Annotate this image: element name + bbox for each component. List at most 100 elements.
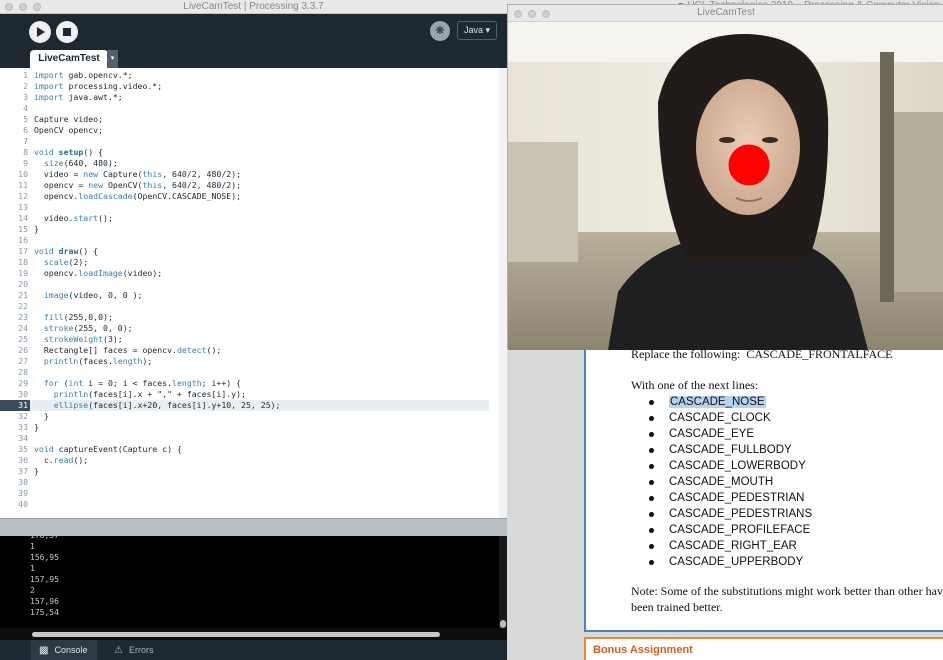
code-text: void captureEvent(Capture c) { <box>34 444 182 454</box>
cascade-name: CASCADE_FULLBODY <box>669 444 792 456</box>
code-line[interactable]: 39 <box>0 488 489 499</box>
sketch-window[interactable]: LiveCamTest <box>507 4 943 350</box>
code-editor[interactable]: 1 import gab.opencv.*; 2 import processing.… <box>0 68 499 518</box>
code-line[interactable]: 22 <box>0 301 489 312</box>
console-horizontal-scrollbar-thumb[interactable] <box>32 632 440 637</box>
code-line[interactable]: 18 scale(2); <box>0 257 489 268</box>
tab-menu-arrow[interactable]: ▾ <box>107 50 118 68</box>
line-number: 14 <box>18 213 28 223</box>
code-text: import java.awt.*; <box>34 92 123 102</box>
line-number: 22 <box>18 301 28 311</box>
run-button[interactable] <box>29 21 51 43</box>
line-number: 33 <box>18 422 28 432</box>
line-number: 32 <box>18 411 28 421</box>
butterfly-icon: ❋ <box>435 25 445 37</box>
editor-vertical-scrollbar[interactable] <box>499 68 507 518</box>
code-line[interactable]: 7 <box>0 136 489 147</box>
console-line: 157,96 <box>30 597 59 606</box>
warning-icon: ⚠ <box>114 645 123 656</box>
tab-console[interactable]: ▩ Console <box>31 640 97 660</box>
code-text: opencv = new OpenCV(this, 640/2, 480/2); <box>34 180 242 190</box>
code-line[interactable]: 17 void draw() { <box>0 246 489 257</box>
editor-console-divider[interactable] <box>0 518 507 536</box>
cascade-name: CASCADE_CLOCK <box>669 412 771 424</box>
line-number: 26 <box>18 345 28 355</box>
line-number: 35 <box>18 444 28 454</box>
mode-selector[interactable]: Java ▾ <box>457 21 497 40</box>
code-line[interactable]: 2 import processing.video.*; <box>0 81 489 92</box>
note-text: Note: Some of the substitutions might wo… <box>631 584 943 614</box>
code-line[interactable]: 14 video.start(); <box>0 213 489 224</box>
code-line[interactable]: 27 println(faces.length); <box>0 356 489 367</box>
console-scrollbar-thumb[interactable] <box>500 620 506 628</box>
bullet-icon <box>649 400 654 405</box>
stop-button[interactable] <box>56 21 78 43</box>
code-line[interactable]: 15} <box>0 224 489 235</box>
code-line[interactable]: 16 <box>0 235 489 246</box>
console-scrollbar[interactable] <box>499 536 507 628</box>
line-number: 38 <box>18 477 28 487</box>
line-number: 23 <box>18 312 28 322</box>
tab-livecamtest[interactable]: LiveCamTest <box>30 50 108 68</box>
debugger-toggle-button[interactable]: ❋ <box>430 21 450 41</box>
code-line[interactable]: 34 <box>0 433 489 444</box>
line-number: 25 <box>18 334 28 344</box>
code-line[interactable]: 21 image(video, 0, 0 ); <box>0 290 489 301</box>
line-number: 9 <box>23 158 28 168</box>
code-line[interactable]: 8 void setup() { <box>0 147 489 158</box>
line-number: 6 <box>23 125 28 135</box>
code-line[interactable]: 4 <box>0 103 489 114</box>
code-line[interactable]: 12 opencv.loadCascade(OpenCV.CASCADE_NOS… <box>0 191 489 202</box>
code-text: import processing.video.*; <box>34 81 163 91</box>
line-number: 5 <box>23 114 28 124</box>
tab-errors[interactable]: ⚠ Errors <box>106 640 153 660</box>
code-text: } <box>34 422 39 432</box>
processing-ide-window: LiveCamTest | Processing 3.3.7 ❋ Java ▾ … <box>0 0 507 660</box>
code-line[interactable]: 36 c.read(); <box>0 455 489 466</box>
code-line[interactable]: 28 <box>0 367 489 378</box>
left-wall-shade <box>508 142 578 262</box>
code-line[interactable]: 29 for (int i = 0; i < faces.length; i++… <box>0 378 489 389</box>
code-line[interactable]: 5 Capture video; <box>0 114 489 125</box>
code-line[interactable]: 19 opencv.loadImage(video); <box>0 268 489 279</box>
console-line: 157,95 <box>30 575 59 584</box>
code-line[interactable]: 35 void captureEvent(Capture c) { <box>0 444 489 455</box>
line-number: 30 <box>18 389 28 399</box>
code-line[interactable]: 1 import gab.opencv.*; <box>0 70 489 81</box>
code-line[interactable]: 9 size(640, 480); <box>0 158 489 169</box>
code-text: println(faces[i].x + "," + faces[i].y); <box>53 389 246 399</box>
code-line[interactable]: 37} <box>0 466 489 477</box>
code-line[interactable]: 26 Rectangle[] faces = opencv.detect(); <box>0 345 489 356</box>
code-line[interactable]: 20 <box>0 279 489 290</box>
bullet-icon <box>649 448 654 453</box>
cascade-name: CASCADE_MOUTH <box>669 476 774 488</box>
code-text: ellipse(faces[i].x+20, faces[i].y+10, 25… <box>53 400 281 410</box>
code-line[interactable]: 30 println(faces[i].x + "," + faces[i].y… <box>0 389 489 400</box>
code-line[interactable]: 24 stroke(255, 0, 0); <box>0 323 489 334</box>
code-line[interactable]: 11 opencv = new OpenCV(this, 640/2, 480/… <box>0 180 489 191</box>
right-doorway <box>888 112 943 292</box>
code-line[interactable]: 10 video = new Capture(this, 640/2, 480/… <box>0 169 489 180</box>
bonus-assignment-title: Bonus Assignment <box>593 644 693 656</box>
code-line[interactable]: 3 import java.awt.*; <box>0 92 489 103</box>
cascade-list-item: CASCADE_PEDESTRIAN <box>631 490 812 506</box>
console-line: 175,54 <box>30 608 59 617</box>
sketch-window-title: LiveCamTest <box>697 7 755 18</box>
line-number: 29 <box>18 378 28 388</box>
code-text: } <box>34 466 39 476</box>
code-line[interactable]: 25 strokeWeight(3); <box>0 334 489 345</box>
code-text: } <box>34 411 49 421</box>
bullet-icon <box>649 496 654 501</box>
code-line[interactable]: 38 <box>0 477 489 488</box>
console-line: 156,95 <box>30 553 59 562</box>
code-line[interactable]: 23 fill(255,0,0); <box>0 312 489 323</box>
code-text: size(640, 480); <box>43 158 118 168</box>
code-line[interactable]: 6 OpenCV opencv; <box>0 125 489 136</box>
code-line[interactable]: 31 ellipse(faces[i].x+20, faces[i].y+10,… <box>0 400 489 411</box>
code-line[interactable]: 33} <box>0 422 489 433</box>
code-line[interactable]: 32 } <box>0 411 489 422</box>
code-line[interactable]: 40 <box>0 499 489 510</box>
bullet-icon <box>649 544 654 549</box>
code-line[interactable]: 13 <box>0 202 489 213</box>
door-frame <box>880 52 894 302</box>
